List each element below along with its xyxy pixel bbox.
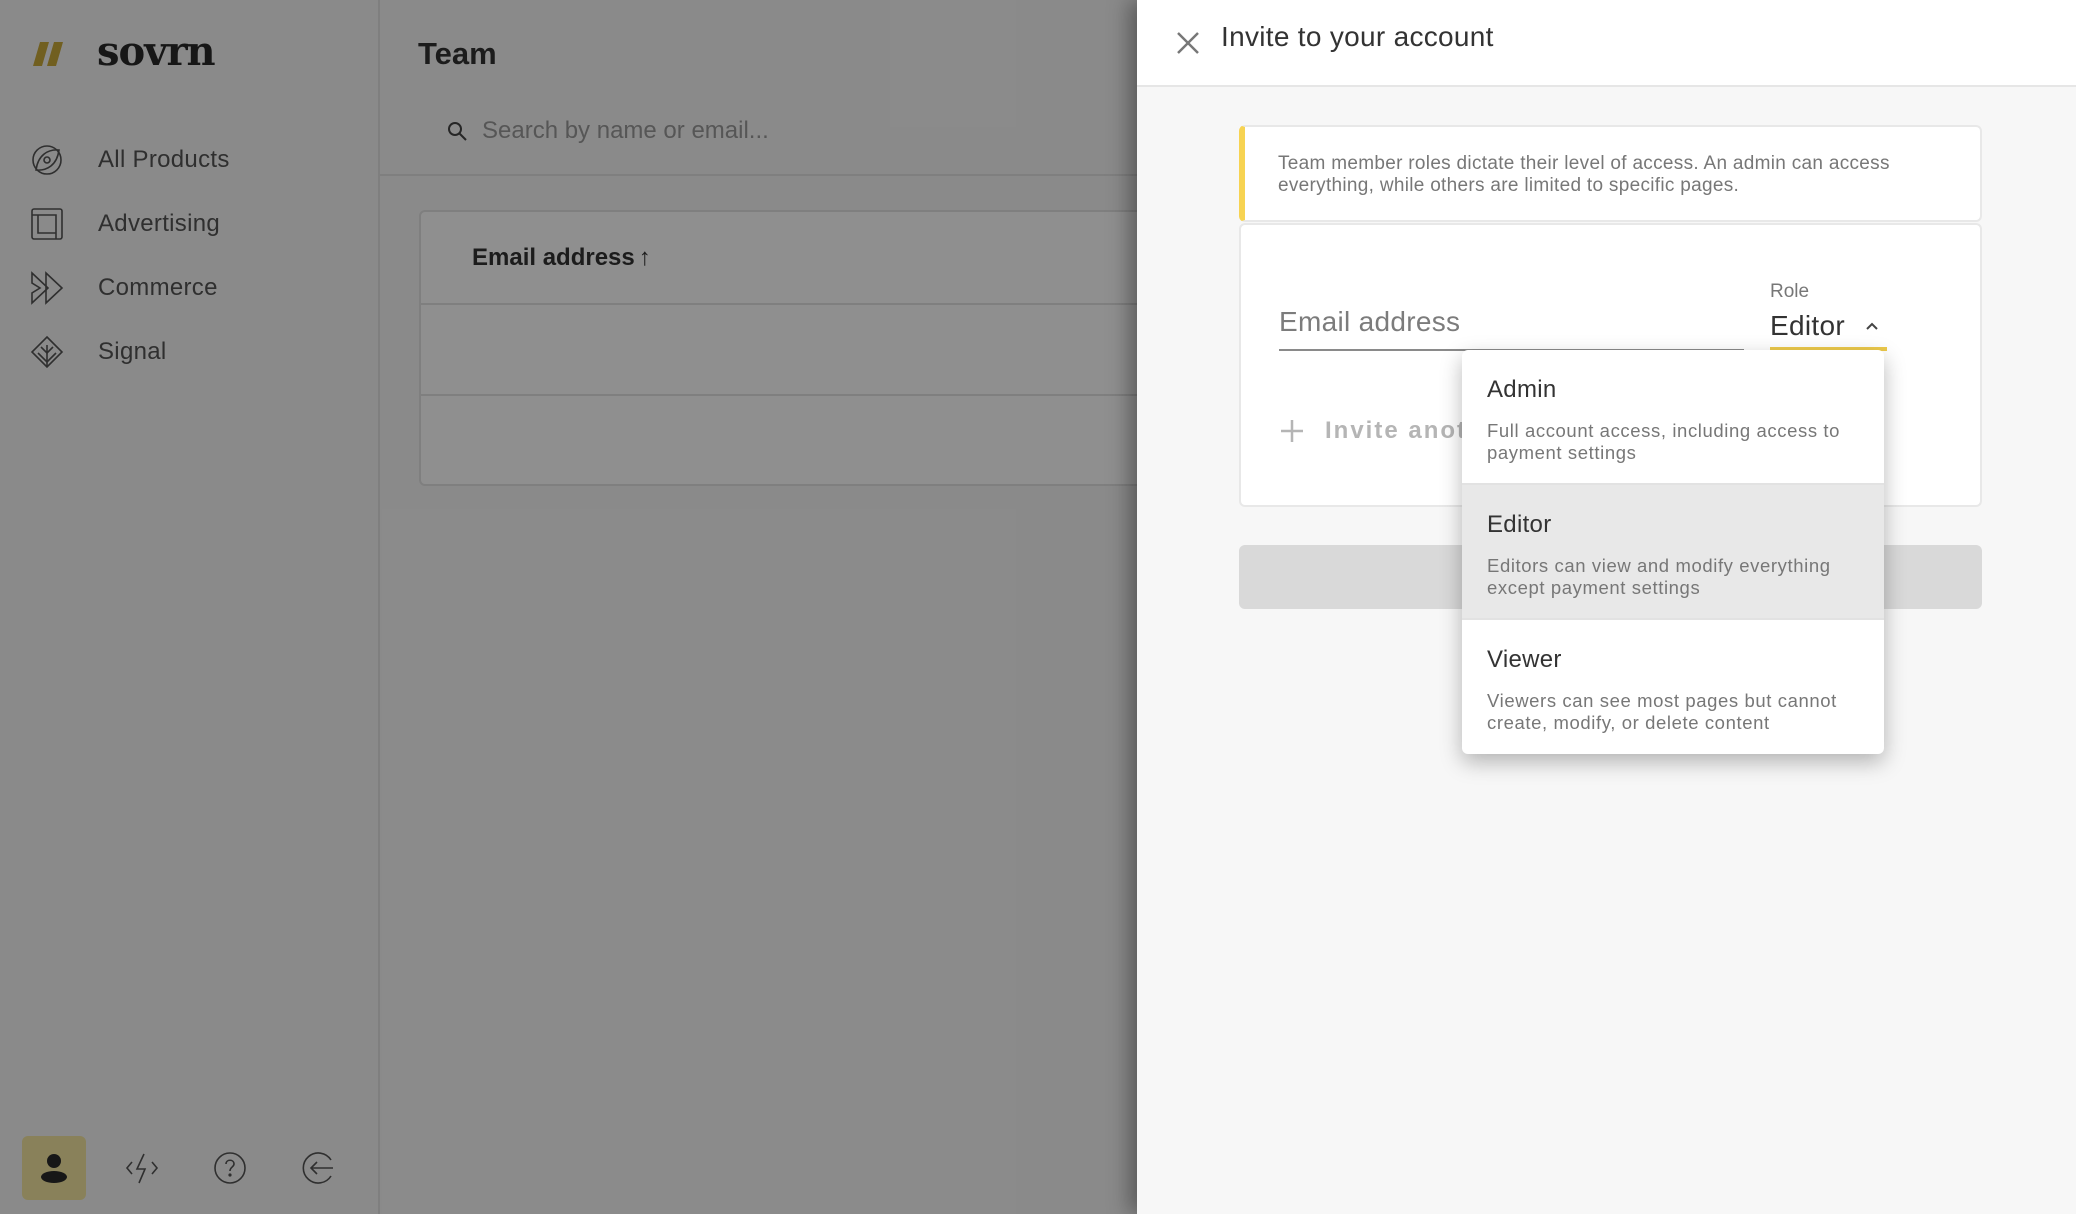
role-option-description: Full account access, including access to… <box>1487 420 1841 463</box>
role-dropdown-menu: Admin Full account access, including acc… <box>1462 350 1884 754</box>
close-icon[interactable] <box>1173 28 1203 58</box>
chevron-up-icon <box>1866 322 1878 330</box>
role-option-viewer[interactable]: Viewer Viewers can see most pages but ca… <box>1462 620 1884 754</box>
role-option-description: Editors can view and modify everything e… <box>1487 555 1831 598</box>
email-field[interactable] <box>1279 297 1744 351</box>
drawer-header: Invite to your account <box>1137 0 2076 87</box>
role-option-editor[interactable]: Editor Editors can view and modify every… <box>1462 485 1884 620</box>
role-option-title: Admin <box>1487 376 1557 403</box>
drawer-title: Invite to your account <box>1221 21 1494 52</box>
plus-icon <box>1281 420 1303 442</box>
role-select[interactable]: Editor <box>1770 305 1887 351</box>
role-value: Editor <box>1770 310 1845 341</box>
role-option-admin[interactable]: Admin Full account access, including acc… <box>1462 350 1884 485</box>
email-input[interactable] <box>1279 297 1744 347</box>
modal-backdrop[interactable] <box>0 0 1137 1214</box>
roles-notice: Team member roles dictate their level of… <box>1239 125 1982 222</box>
role-option-title: Viewer <box>1487 646 1562 673</box>
role-option-title: Editor <box>1487 511 1552 538</box>
role-label: Role <box>1770 281 1810 302</box>
role-option-description: Viewers can see most pages but cannot cr… <box>1487 690 1837 733</box>
